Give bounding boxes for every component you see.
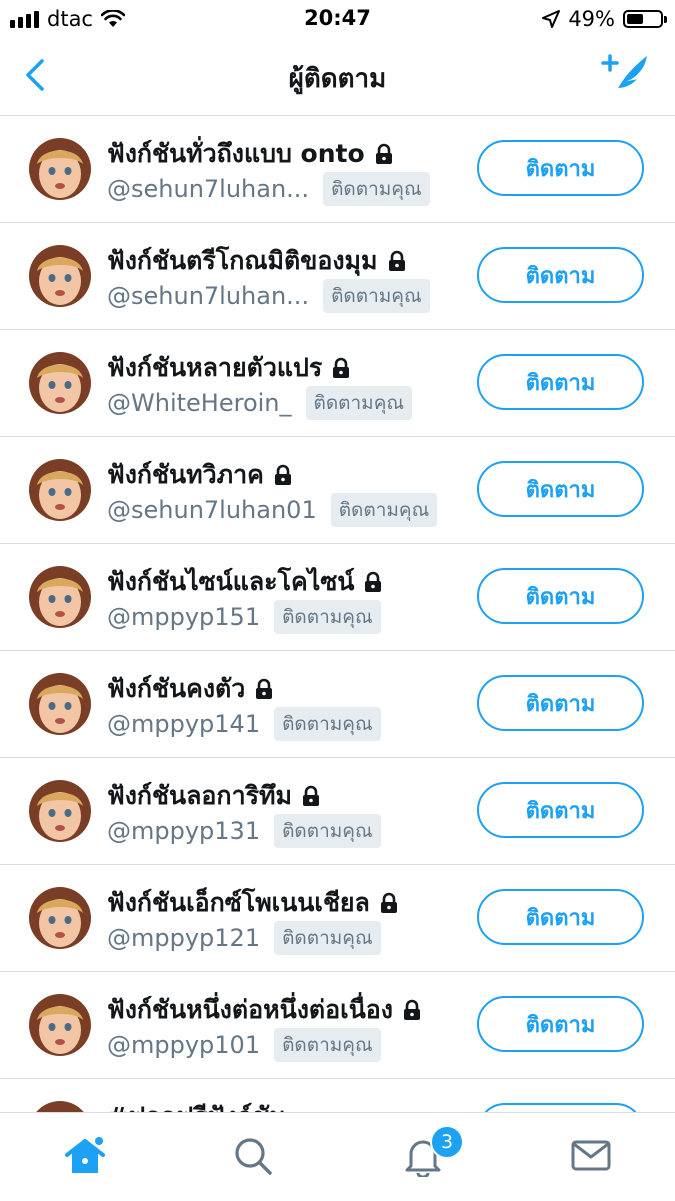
user-display-name: ฟังก์ชันเอ็กซ์โพเนนเชียล xyxy=(107,888,370,917)
user-display-name: ฟังก์ชันหนึ่งต่อหนึ่งต่อเนื่อง xyxy=(107,995,394,1024)
follow-button[interactable]: ติดตาม xyxy=(477,996,644,1052)
lock-icon xyxy=(303,785,319,806)
follow-button[interactable]: ติดตาม xyxy=(477,354,644,410)
tab-home[interactable] xyxy=(60,1131,110,1181)
follow-button[interactable]: ติดตาม xyxy=(477,782,644,838)
follows-you-badge: ติดตามคุณ xyxy=(274,921,381,955)
user-handle: @mppyp101 xyxy=(107,1031,261,1059)
avatar[interactable] xyxy=(29,138,91,200)
follows-you-badge: ติดตามคุณ xyxy=(274,707,381,741)
navigation-bar: ผู้ติดตาม xyxy=(0,38,675,116)
battery-fill xyxy=(627,14,643,24)
lock-icon xyxy=(256,678,273,699)
lock-icon xyxy=(333,357,350,378)
list-item[interactable]: ฟังก์ชันทั่วถึงแบบ onto @sehun7luhan... … xyxy=(0,116,675,223)
avatar[interactable] xyxy=(29,245,91,307)
tab-bar: 3 xyxy=(0,1112,675,1201)
list-item[interactable]: ฟังก์ชันไซน์และโคไซน์ @mppyp151 ติดตามคุ… xyxy=(0,544,675,651)
avatar[interactable] xyxy=(29,673,91,735)
battery-icon xyxy=(623,10,667,28)
status-right: 49% xyxy=(542,7,667,31)
user-handle: @mppyp141 xyxy=(107,710,261,738)
user-handle: @sehun7luhan... xyxy=(107,282,310,310)
follows-you-badge: ติดตามคุณ xyxy=(274,1028,381,1062)
list-item[interactable]: ฟังก์ชันเอ็กซ์โพเนนเชียล @mppyp121 ติดตา… xyxy=(0,865,675,972)
list-item[interactable]: ฟังก์ชันหนึ่งต่อหนึ่งต่อเนื่อง @mppyp101… xyxy=(0,972,675,1079)
follows-you-badge: ติดตามคุณ xyxy=(305,386,413,420)
user-handle: @sehun7luhan01 xyxy=(107,496,317,524)
follow-button[interactable]: ติดตาม xyxy=(477,247,644,303)
lock-icon xyxy=(380,892,397,913)
notification-count-badge: 3 xyxy=(430,1125,464,1159)
lock-icon xyxy=(404,999,421,1020)
tab-messages[interactable] xyxy=(566,1131,616,1181)
list-item[interactable]: ฟังก์ชันลอการิทึม @mppyp131 ติดตามคุณ ติ… xyxy=(0,758,675,865)
lock-icon xyxy=(274,464,291,485)
user-display-name: ฟังก์ชันหลายตัวแปร xyxy=(107,353,323,382)
user-handle: @mppyp151 xyxy=(107,603,261,631)
user-display-name: ฟังก์ชันทั่วถึงแบบ onto xyxy=(107,139,365,168)
avatar[interactable] xyxy=(29,352,91,414)
follow-button[interactable]: ติดตาม xyxy=(477,461,644,517)
avatar[interactable] xyxy=(29,566,91,628)
location-arrow-icon xyxy=(542,10,561,28)
avatar[interactable] xyxy=(29,887,91,949)
search-icon xyxy=(235,1138,272,1175)
list-item[interactable]: #ฟอลฟรีฟังก์ชัน xyxy=(0,1079,675,1112)
follow-button[interactable]: ติดตาม xyxy=(477,568,644,624)
compose-button[interactable] xyxy=(601,52,651,98)
list-item[interactable]: ฟังก์ชันคงตัว @mppyp141 ติดตามคุณ ติดตาม xyxy=(0,651,675,758)
user-display-name: ฟังก์ชันคงตัว xyxy=(107,674,246,703)
home-icon xyxy=(65,1137,105,1173)
status-bar: dtac 20:47 49% xyxy=(0,0,675,38)
user-display-name: #ฟอลฟรีฟังก์ชัน xyxy=(107,1097,286,1112)
user-handle: @mppyp121 xyxy=(107,924,261,952)
compose-tweet-icon xyxy=(601,54,647,94)
avatar[interactable] xyxy=(29,994,91,1056)
user-display-name: ฟังก์ชันไซน์และโคไซน์ xyxy=(107,567,355,596)
messages-icon xyxy=(571,1140,611,1171)
lock-icon xyxy=(388,250,405,271)
page-title: ผู้ติดตาม xyxy=(288,64,387,94)
lock-icon xyxy=(375,143,392,164)
user-display-name: ฟังก์ชันลอการิทึม xyxy=(107,781,292,810)
follow-button[interactable]: ติดตาม xyxy=(477,675,644,731)
user-display-name: ฟังก์ชันทวิภาค xyxy=(107,460,264,489)
follow-button[interactable]: ติดตาม xyxy=(477,140,644,196)
user-display-name: ฟังก์ชันตรีโกณมิติของมุม xyxy=(107,246,378,275)
user-handle: @mppyp131 xyxy=(107,817,261,845)
list-item[interactable]: ฟังก์ชันตรีโกณมิติของมุม @sehun7luhan...… xyxy=(0,223,675,330)
follows-you-badge: ติดตามคุณ xyxy=(323,172,430,206)
list-item[interactable]: ฟังก์ชันทวิภาค @sehun7luhan01 ติดตามคุณ … xyxy=(0,437,675,544)
user-handle: @WhiteHeroin_ xyxy=(107,389,292,417)
follows-you-badge: ติดตามคุณ xyxy=(330,493,438,527)
battery-percent: 49% xyxy=(568,7,615,31)
list-item[interactable]: ฟังก์ชันหลายตัวแปร @WhiteHeroin_ ติดตามค… xyxy=(0,330,675,437)
follows-you-badge: ติดตามคุณ xyxy=(274,600,381,634)
tab-search[interactable] xyxy=(228,1131,278,1181)
follower-list: ฟังก์ชันทั่วถึงแบบ onto @sehun7luhan... … xyxy=(0,116,675,1112)
avatar[interactable] xyxy=(29,1101,91,1112)
follows-you-badge: ติดตามคุณ xyxy=(323,279,430,313)
follow-button[interactable] xyxy=(477,1103,644,1112)
user-handle: @sehun7luhan... xyxy=(107,175,310,203)
follow-button[interactable]: ติดตาม xyxy=(477,889,644,945)
avatar[interactable] xyxy=(29,780,91,842)
lock-icon xyxy=(365,571,382,592)
avatar[interactable] xyxy=(29,459,91,521)
follows-you-badge: ติดตามคุณ xyxy=(274,814,381,848)
